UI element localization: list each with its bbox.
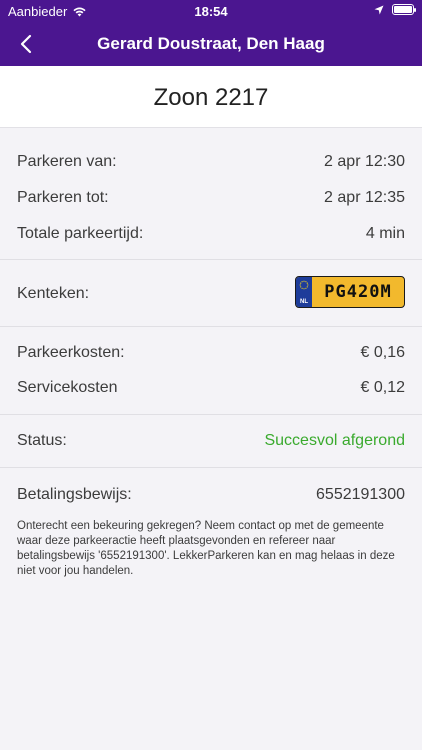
total-time-row: Totale parkeertijd: 4 min	[17, 225, 405, 247]
fine-notice-text: Onterecht een bekeuring gekregen? Neem c…	[17, 520, 395, 577]
battery-icon	[392, 4, 416, 15]
status-section: Status: Succesvol afgerond	[0, 415, 422, 468]
zone-title: Zoon 2217	[153, 84, 269, 111]
status-bar: Aanbieder 18:54	[0, 0, 422, 22]
status-row: Status: Succesvol afgerond	[17, 432, 405, 454]
eu-stars-icon	[299, 280, 309, 290]
zone-card: Zoon 2217	[0, 66, 422, 128]
receipt-label: Betalingsbewijs:	[17, 486, 132, 503]
location-arrow-icon	[374, 5, 384, 14]
plate-section: Kenteken: NL PG420M	[0, 260, 422, 327]
service-cost-label: Servicekosten	[17, 379, 118, 396]
parking-cost-label: Parkeerkosten:	[17, 344, 125, 361]
navigation-bar: Gerard Doustraat, Den Haag	[0, 22, 422, 66]
page-title: Gerard Doustraat, Den Haag	[97, 34, 325, 53]
top-bar: Aanbieder 18:54 Gerard Doustraat, Den Ha…	[0, 0, 422, 66]
plate-country-code: NL	[300, 299, 308, 305]
receipt-row: Betalingsbewijs: 6552191300	[17, 486, 405, 508]
plate-row: Kenteken: NL PG420M	[17, 276, 405, 308]
plate-number: PG420M	[324, 282, 392, 302]
start-time-value: 2 apr 12:30	[324, 153, 405, 170]
end-time-value: 2 apr 12:35	[324, 189, 405, 206]
parking-cost-row: Parkeerkosten: € 0,16	[17, 344, 405, 366]
battery-level	[394, 6, 412, 13]
receipt-value: 6552191300	[316, 486, 405, 503]
status-time: 18:54	[194, 4, 228, 19]
plate-eu-band: NL	[296, 277, 312, 307]
status-value: Succesvol afgerond	[264, 432, 405, 449]
status-label: Status:	[17, 432, 67, 449]
license-plate: NL PG420M	[295, 276, 405, 308]
status-right	[374, 4, 416, 15]
costs-section: Parkeerkosten: € 0,16 Servicekosten € 0,…	[0, 327, 422, 415]
total-time-value: 4 min	[365, 225, 405, 242]
plate-label: Kenteken:	[17, 285, 90, 302]
service-cost-value: € 0,12	[360, 379, 405, 396]
end-time-label: Parkeren tot:	[17, 189, 109, 206]
start-time-row: Parkeren van: 2 apr 12:30	[17, 153, 405, 175]
end-time-row: Parkeren tot: 2 apr 12:35	[17, 189, 405, 211]
service-cost-row: Servicekosten € 0,12	[17, 379, 405, 401]
start-time-label: Parkeren van:	[17, 153, 117, 170]
total-time-label: Totale parkeertijd:	[17, 225, 144, 242]
time-section: Parkeren van: 2 apr 12:30 Parkeren tot: …	[0, 128, 422, 260]
parking-cost-value: € 0,16	[360, 344, 405, 361]
